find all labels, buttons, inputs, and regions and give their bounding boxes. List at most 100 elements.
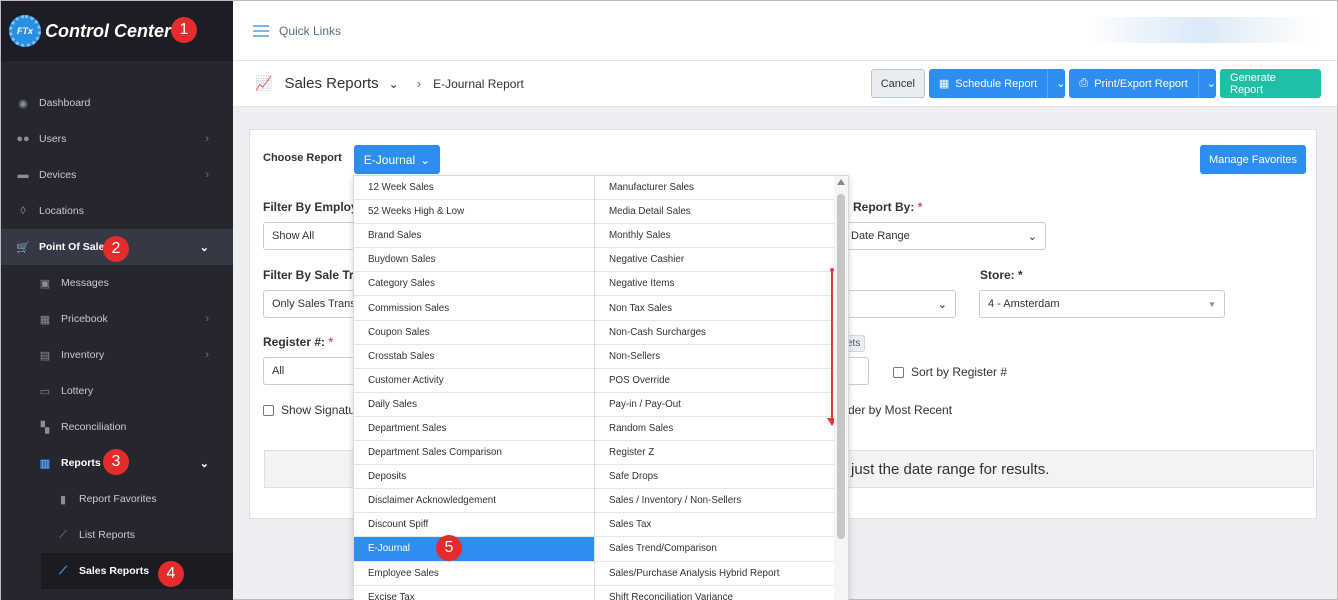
filter-sale-select[interactable]: Only Sales Trans — [263, 290, 363, 318]
dropdown-option[interactable]: Pay-in / Pay-Out — [595, 393, 834, 417]
dropdown-option[interactable]: Shift Reconciliation Variance — [595, 586, 834, 600]
dropdown-option[interactable]: Non Tax Sales — [595, 296, 834, 321]
choose-report-button[interactable]: E-Journal ⌄ — [354, 145, 440, 174]
sidebar-item-inventory[interactable]: ▤ Inventory › — [1, 337, 233, 373]
sidebar-item-list-reports[interactable]: ⟋ List Reports — [1, 517, 233, 553]
step-badge-4: 4 — [158, 561, 184, 587]
dropdown-option[interactable]: Media Detail Sales — [595, 200, 834, 225]
top-bar: Quick Links — [233, 1, 1337, 61]
sidebar-item-report-favorites[interactable]: ▮ Report Favorites — [1, 481, 233, 517]
dropdown-option[interactable]: Buydown Sales — [354, 248, 594, 273]
dropdown-option[interactable]: Excise Tax — [354, 586, 594, 600]
calendar-icon: ▦ — [938, 78, 950, 90]
dropdown-option[interactable]: 52 Weeks High & Low — [354, 200, 594, 225]
dropdown-option[interactable]: Discount Spiff — [354, 513, 594, 538]
inbox-icon: ▣ — [39, 277, 51, 290]
sort-register-checkbox[interactable]: Sort by Register # — [893, 365, 1007, 379]
dropdown-option[interactable]: Manufacturer Sales — [595, 176, 834, 201]
dropdown-option[interactable]: Disclaimer Acknowledgement — [354, 489, 594, 514]
register-select[interactable]: All — [263, 357, 363, 385]
sidebar-item-pricebook[interactable]: ▦ Pricebook › — [1, 301, 233, 337]
show-signature-label: Show Signatu — [281, 403, 356, 417]
page-header: 📈 Sales Reports ⌄ › E-Journal Report Can… — [233, 61, 1337, 107]
dropdown-option[interactable]: Sales Tax — [595, 513, 834, 538]
scroll-up-icon[interactable] — [837, 179, 845, 185]
show-signature-checkbox[interactable]: Show Signatu — [263, 403, 355, 417]
filter-employee-label: Filter By Employ — [263, 200, 358, 214]
dropdown-option[interactable]: Non-Sellers — [595, 345, 834, 369]
dropdown-option[interactable]: 12 Week Sales — [354, 176, 594, 201]
dropdown-option[interactable]: Customer Activity — [354, 369, 594, 393]
sidebar-item-sales-reports[interactable]: ⟋ Sales Reports — [41, 553, 233, 589]
register-label-text: Register #: — [263, 335, 326, 349]
sidebar-item-label: List Reports — [79, 529, 136, 541]
dropdown-option-selected[interactable]: E-Journal — [354, 537, 594, 562]
chevron-down-icon[interactable]: ⌄ — [389, 77, 399, 91]
dropdown-option[interactable]: Sales / Inventory / Non-Sellers — [595, 489, 834, 514]
chevron-down-icon[interactable]: ⌄ — [1047, 69, 1065, 98]
gear-logo-icon: FTx — [9, 15, 41, 47]
dropdown-option[interactable]: Deposits — [354, 465, 594, 490]
sidebar-nav: ◉ Dashboard ●● Users › ▬ Devices › ◊ Loc… — [1, 85, 233, 589]
sidebar-item-label: Locations — [39, 205, 84, 217]
sidebar-item-messages[interactable]: ▣ Messages — [1, 265, 233, 301]
ticket-icon: ▭ — [39, 385, 51, 398]
filter-sale-label: Filter By Sale Tra — [263, 268, 361, 282]
chevron-down-icon[interactable]: ⌄ — [1197, 69, 1216, 98]
sidebar-item-users[interactable]: ●● Users › — [1, 121, 233, 157]
dropdown-option[interactable]: Department Sales — [354, 417, 594, 442]
line-chart-icon: ⟋ — [59, 528, 67, 541]
store-select[interactable]: 4 - Amsterdam ▼ — [979, 290, 1225, 318]
step-badge-2: 2 — [103, 236, 129, 262]
dropdown-option[interactable]: Random Sales — [595, 417, 834, 442]
dropdown-scrollbar[interactable] — [834, 176, 848, 600]
sidebar-item-dashboard[interactable]: ◉ Dashboard — [1, 85, 233, 121]
dropdown-option[interactable]: Coupon Sales — [354, 321, 594, 345]
report-by-select[interactable]: Date Range ⌄ — [842, 222, 1046, 250]
dropdown-option[interactable]: Daily Sales — [354, 393, 594, 417]
scrollbar-thumb[interactable] — [837, 194, 845, 539]
sidebar-item-lottery[interactable]: ▭ Lottery — [1, 373, 233, 409]
dropdown-option[interactable]: Commission Sales — [354, 296, 594, 321]
page-title[interactable]: Sales Reports — [284, 75, 378, 92]
print-export-label: Print/Export Report — [1094, 77, 1188, 90]
choose-report-label: Choose Report — [263, 152, 342, 164]
calculator-icon: ▦ — [39, 313, 51, 326]
dropdown-option[interactable]: Sales Trend/Comparison — [595, 537, 834, 562]
dropdown-option[interactable]: Brand Sales — [354, 224, 594, 249]
sidebar-item-devices[interactable]: ▬ Devices › — [1, 157, 233, 193]
dropdown-option[interactable]: Department Sales Comparison — [354, 441, 594, 466]
breadcrumb-separator-icon: › — [416, 76, 422, 91]
logo[interactable]: FTx Control Center — [1, 1, 233, 61]
dropdown-option[interactable]: Safe Drops — [595, 465, 834, 490]
print-export-button[interactable]: ⎙ Print/Export Report ⌄ — [1069, 69, 1216, 98]
secondary-select[interactable]: ⌄ — [842, 290, 956, 318]
order-recent-checkbox[interactable]: der by Most Recent — [848, 403, 952, 417]
dropdown-option[interactable]: Negative Cashier — [595, 248, 834, 273]
line-chart-icon: 📈 — [255, 75, 273, 91]
checkbox-box[interactable] — [893, 366, 904, 378]
filter-employee-select[interactable]: Show All — [263, 222, 363, 250]
dropdown-option[interactable]: Non-Cash Surcharges — [595, 321, 834, 345]
caret-down-icon: ▼ — [1208, 299, 1216, 309]
sidebar-item-reconciliation[interactable]: ▚ Reconciliation — [1, 409, 233, 445]
schedule-report-button[interactable]: ▦ Schedule Report ⌄ — [928, 69, 1066, 98]
dropdown-option[interactable]: Category Sales — [354, 272, 594, 297]
dropdown-option[interactable]: Sales/Purchase Analysis Hybrid Report — [595, 562, 834, 586]
dropdown-option[interactable]: Negative Items — [595, 272, 834, 297]
cancel-button[interactable]: Cancel — [870, 69, 925, 98]
dropdown-option[interactable]: Employee Sales — [354, 562, 594, 586]
hamburger-icon[interactable] — [253, 24, 269, 37]
dropdown-option[interactable]: Crosstab Sales — [354, 345, 594, 369]
store-label: Store: * — [980, 268, 1023, 282]
quick-links[interactable]: Quick Links — [279, 24, 341, 38]
dropdown-option[interactable]: Register Z — [595, 441, 834, 466]
user-profile-area[interactable] — [1087, 17, 1317, 43]
dropdown-option[interactable]: POS Override — [595, 369, 834, 393]
manage-favorites-button[interactable]: Manage Favorites — [1200, 145, 1306, 174]
sidebar-item-locations[interactable]: ◊ Locations — [1, 193, 233, 229]
dropdown-option[interactable]: Monthly Sales — [595, 224, 834, 249]
report-by-value: Date Range — [851, 230, 910, 242]
checkbox-box[interactable] — [263, 404, 274, 416]
generate-report-button[interactable]: Generate Report — [1220, 69, 1321, 98]
